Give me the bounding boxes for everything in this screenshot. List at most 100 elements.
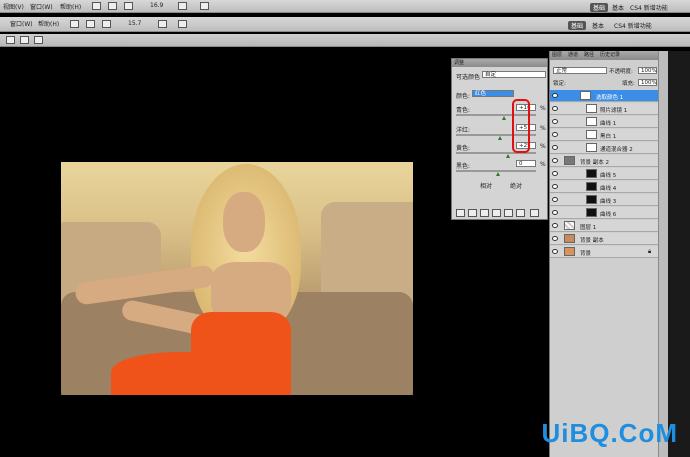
layer-row[interactable]: 图层 1 (550, 220, 659, 232)
menu-help-2[interactable]: 帮助(H) (38, 19, 59, 28)
options-bar: 窗口(W) 帮助(H) 15.7 基础 基本 CS4 新增功能 (0, 17, 690, 32)
fill-input[interactable]: 100% (638, 79, 657, 86)
layer-row[interactable]: 黑白 1 (550, 129, 659, 141)
layer-row[interactable]: 曲线 6 (550, 207, 659, 219)
eye-icon[interactable] (552, 171, 558, 176)
eye-icon[interactable] (552, 158, 558, 163)
layer-row[interactable]: 照片滤镜 1 (550, 103, 659, 115)
radio-absolute[interactable]: 绝对 (510, 181, 522, 190)
layer-name: 照片滤镜 1 (600, 108, 628, 114)
layer-row[interactable]: 曲线 1 (550, 116, 659, 128)
eye-icon[interactable] (552, 132, 558, 137)
black-label: 黑色: (456, 163, 471, 170)
layers-tabbar: 图层 通道 路径 历史记录 (550, 51, 658, 60)
layer-row[interactable]: 背景 副本 2 (550, 155, 659, 167)
lock-label: 锁定: (553, 81, 566, 87)
layer-row[interactable]: 曲线 5 (550, 168, 659, 180)
view-previous-icon[interactable] (504, 209, 513, 217)
layer-thumb (564, 156, 575, 165)
document-image[interactable] (61, 162, 413, 395)
zoom-icon[interactable] (108, 2, 117, 10)
clip-icon[interactable] (480, 209, 489, 217)
tab-layers[interactable]: 图层 (552, 51, 562, 58)
zoom-level[interactable]: 16.9 (150, 2, 163, 9)
black-slider[interactable] (456, 170, 536, 176)
tab-channels[interactable]: 通道 (568, 51, 578, 58)
eye-icon[interactable] (552, 119, 558, 124)
preset-label: 可选颜色 (456, 74, 481, 81)
watermark: UiBQ.CoM (541, 418, 678, 448)
black-value[interactable]: 0 (516, 160, 536, 167)
eye-icon[interactable] (552, 210, 558, 215)
eye-icon[interactable] (552, 197, 558, 202)
layout-icon[interactable] (92, 2, 101, 10)
cyan-label: 青色: (456, 107, 471, 114)
layer-row[interactable]: 背景 🔒︎ (550, 246, 659, 258)
eye-icon[interactable] (552, 249, 558, 254)
layer-name: 通道混合器 2 (600, 147, 633, 153)
magenta-pct: % (540, 125, 546, 132)
back-icon[interactable] (456, 209, 465, 217)
tab-history[interactable]: 历史记录 (600, 51, 620, 58)
preset-select[interactable]: 自定 (482, 71, 546, 78)
hand-icon-2[interactable] (102, 20, 111, 28)
layer-name: 图层 1 (580, 225, 597, 231)
color-select[interactable]: 红色 (472, 90, 514, 97)
hand-icon[interactable] (124, 2, 133, 10)
layer-row[interactable]: 曲线 4 (550, 181, 659, 193)
visibility-icon[interactable] (492, 209, 501, 217)
tab-paths[interactable]: 路径 (584, 51, 594, 58)
layer-name: 背景 副本 (580, 238, 604, 244)
layer-row[interactable]: 选取颜色 1 (550, 90, 659, 102)
radio-relative[interactable]: 相对 (480, 181, 492, 190)
eye-icon[interactable] (552, 184, 558, 189)
expand-icon[interactable] (468, 209, 477, 217)
opacity-input[interactable]: 100% (638, 67, 657, 74)
layer-row[interactable]: 通道混合器 2 (550, 142, 659, 154)
layer-row[interactable]: 曲线 3 (550, 194, 659, 206)
screen-mode-icon-2[interactable] (178, 20, 187, 28)
workspace-essentials[interactable]: 基础 (590, 3, 609, 12)
workspace-cs4-2[interactable]: CS4 新增功能 (614, 21, 652, 30)
layer-thumb (586, 117, 597, 126)
blend-mode-select[interactable]: 正常 (553, 67, 607, 74)
menu-window-2[interactable]: 窗口(W) (10, 19, 33, 28)
color-label: 颜色: (456, 93, 471, 100)
arrange-icon[interactable] (178, 2, 187, 10)
layer-thumb (564, 247, 575, 256)
annotation-highlight (512, 99, 530, 153)
eye-icon[interactable] (552, 236, 558, 241)
layer-thumb (586, 104, 597, 113)
workspace-cs4[interactable]: CS4 新增功能 (630, 3, 668, 12)
eye-icon[interactable] (552, 93, 558, 98)
workspace-essentials-2[interactable]: 基础 (568, 21, 587, 30)
transform-icon[interactable] (34, 36, 43, 44)
menu-window[interactable]: 窗口(W) (30, 2, 53, 11)
workspace-basic-2[interactable]: 基本 (592, 21, 604, 30)
layer-name: 选取颜色 1 (596, 95, 624, 101)
distribute-icon[interactable] (20, 36, 29, 44)
layout-icon-2[interactable] (70, 20, 79, 28)
adjustments-tab[interactable]: 调整 (452, 59, 547, 67)
layer-thumb (586, 169, 597, 178)
screen-mode-icon[interactable] (200, 2, 209, 10)
yellow-pct: % (540, 143, 546, 150)
align-icon[interactable] (6, 36, 15, 44)
menu-help[interactable]: 帮助(H) (60, 2, 81, 11)
eye-icon[interactable] (552, 106, 558, 111)
layers-scrollbar[interactable] (658, 51, 668, 457)
layer-row[interactable]: 背景 副本 (550, 233, 659, 245)
zoom-icon-2[interactable] (86, 20, 95, 28)
eye-icon[interactable] (552, 145, 558, 150)
arrange-icon-2[interactable] (158, 20, 167, 28)
reset-icon[interactable] (516, 209, 525, 217)
menu-view[interactable]: 视图(V) (3, 2, 24, 11)
trash-icon[interactable] (530, 209, 539, 217)
layer-name: 背景 (580, 251, 592, 257)
workspace-basic[interactable]: 基本 (612, 3, 624, 12)
layer-thumb (580, 91, 591, 100)
zoom-level-2[interactable]: 15.7 (128, 20, 141, 27)
layer-name: 曲线 6 (600, 212, 617, 218)
eye-icon[interactable] (552, 223, 558, 228)
layer-thumb (586, 208, 597, 217)
